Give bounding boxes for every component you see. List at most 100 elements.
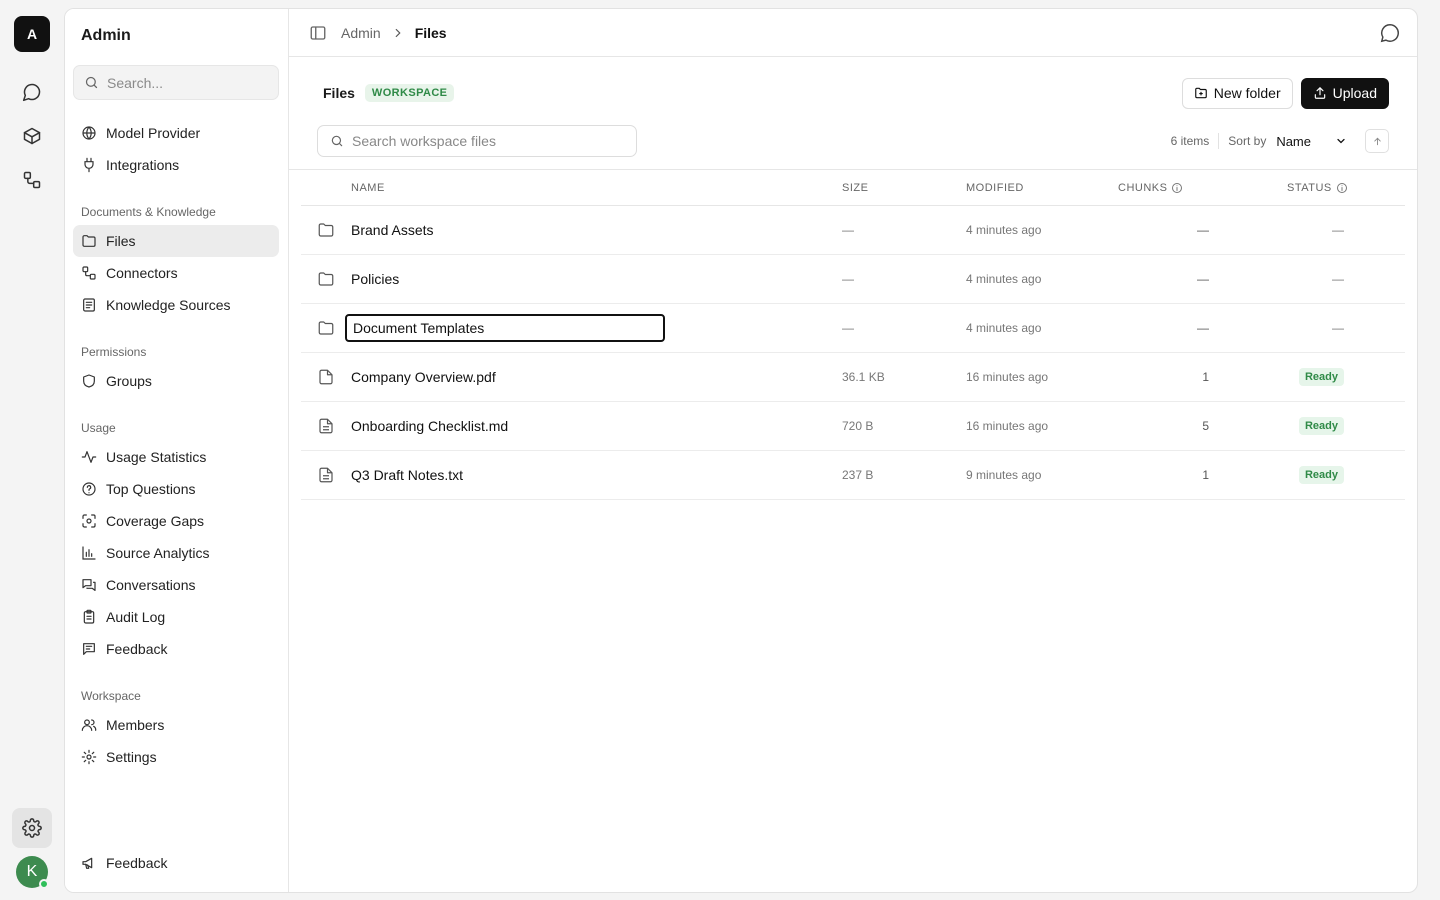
arrow-up-icon — [1373, 137, 1381, 145]
clipboard-icon — [83, 609, 95, 624]
column-name[interactable]: NAME — [351, 182, 385, 194]
sort-label: Sort by — [1228, 134, 1267, 148]
admin-sidebar: Admin Model Provider Integrations Docume… — [65, 9, 289, 892]
upload-icon — [1314, 87, 1325, 99]
sidebar-item-usage-statistics[interactable]: Usage Statistics — [73, 441, 279, 473]
sidebar-item-files[interactable]: Files — [73, 225, 279, 257]
sidebar-item-label: Source Analytics — [106, 545, 210, 561]
file-modified: 16 minutes ago — [966, 370, 1049, 384]
sidebar-toggle-icon[interactable] — [309, 24, 327, 42]
file-text-icon — [317, 402, 335, 450]
folder-icon — [317, 255, 335, 303]
rename-input[interactable] — [353, 320, 653, 336]
sidebar-item-integrations[interactable]: Integrations — [73, 149, 279, 181]
file-name[interactable]: Policies — [351, 255, 399, 303]
sidebar-item-coverage-gaps[interactable]: Coverage Gaps — [73, 505, 279, 537]
sidebar-item-feedback[interactable]: Feedback — [73, 633, 279, 665]
table-row[interactable]: Q3 Draft Notes.txt 237 B 9 minutes ago 1… — [301, 451, 1405, 500]
workflow-icon[interactable] — [12, 160, 52, 200]
column-modified[interactable]: MODIFIED — [966, 182, 1024, 194]
sidebar-item-label: Feedback — [106, 641, 168, 657]
sidebar-item-label: Coverage Gaps — [106, 513, 205, 529]
scan-icon — [82, 514, 96, 528]
sort-select[interactable]: Name — [1276, 134, 1347, 149]
sidebar-feedback-footer[interactable]: Feedback — [73, 847, 279, 879]
sidebar-item-label: Connectors — [106, 265, 178, 281]
sidebar-title: Admin — [81, 27, 131, 44]
chat-bubble-icon[interactable] — [1379, 22, 1401, 44]
file-chunks: — — [1197, 321, 1209, 335]
sidebar-item-model-provider[interactable]: Model Provider — [73, 117, 279, 149]
folder-plus-icon — [1194, 87, 1207, 99]
upload-label: Upload — [1332, 85, 1377, 101]
workspace-badge: WORKSPACE — [364, 84, 455, 102]
sidebar-item-groups[interactable]: Groups — [73, 365, 279, 397]
file-name[interactable]: Company Overview.pdf — [351, 353, 496, 401]
table-row[interactable]: Policies — 4 minutes ago — — — [301, 255, 1405, 304]
workspace-logo[interactable]: A — [14, 16, 50, 52]
rename-field-wrapper — [345, 304, 665, 352]
sidebar-item-audit-log[interactable]: Audit Log — [73, 601, 279, 633]
breadcrumb-admin[interactable]: Admin — [341, 25, 381, 41]
file-chunks: 1 — [1202, 468, 1209, 482]
rename-box — [345, 314, 665, 342]
file-status: — — [1332, 272, 1344, 286]
new-folder-button[interactable]: New folder — [1181, 77, 1293, 109]
globe-icon — [82, 126, 96, 140]
sidebar-item-top-questions[interactable]: Top Questions — [73, 473, 279, 505]
sidebar-item-label: Model Provider — [106, 125, 201, 141]
avatar-letter: K — [26, 863, 38, 880]
upload-button[interactable]: Upload — [1300, 77, 1389, 109]
info-icon[interactable] — [1171, 182, 1183, 194]
user-avatar[interactable]: K — [16, 856, 49, 889]
workspace-search[interactable] — [317, 125, 637, 157]
sidebar-item-label: Audit Log — [106, 609, 166, 625]
table-row[interactable]: Brand Assets — 4 minutes ago — — — [301, 206, 1405, 255]
plug-icon — [84, 157, 94, 173]
breadcrumb: Admin Files — [341, 25, 447, 41]
sidebar-item-knowledge-sources[interactable]: Knowledge Sources — [73, 289, 279, 321]
page-title: Files — [323, 85, 355, 101]
table-row[interactable]: Onboarding Checklist.md 720 B 16 minutes… — [301, 402, 1405, 451]
box-icon[interactable] — [12, 116, 52, 156]
status-cell: Ready — [1271, 451, 1344, 499]
chat-icon[interactable] — [12, 72, 52, 112]
sidebar-item-members[interactable]: Members — [73, 709, 279, 741]
file-icon — [317, 353, 335, 401]
file-status: — — [1332, 321, 1344, 335]
section-permissions: Permissions — [81, 345, 147, 359]
table-row[interactable]: Company Overview.pdf 36.1 KB 16 minutes … — [301, 353, 1405, 402]
sidebar-item-label: Groups — [106, 373, 152, 389]
file-size: — — [842, 321, 854, 335]
file-size: 36.1 KB — [842, 370, 885, 384]
column-size[interactable]: SIZE — [842, 182, 868, 194]
sidebar-item-connectors[interactable]: Connectors — [73, 257, 279, 289]
sidebar-item-settings[interactable]: Settings — [73, 741, 279, 773]
status-cell: Ready — [1271, 402, 1344, 450]
settings-gear-icon[interactable] — [12, 808, 52, 848]
file-name[interactable]: Brand Assets — [351, 206, 434, 254]
status-badge: Ready — [1298, 466, 1344, 484]
workspace-search-input[interactable] — [352, 133, 622, 149]
file-size: — — [842, 272, 854, 286]
sidebar-item-label: Conversations — [106, 577, 196, 593]
table-header: NAME SIZE MODIFIED CHUNKS STATUS — [301, 170, 1405, 206]
sidebar-item-label: Feedback — [106, 855, 168, 871]
sidebar-item-source-analytics[interactable]: Source Analytics — [73, 537, 279, 569]
file-name[interactable]: Onboarding Checklist.md — [351, 402, 508, 450]
sidebar-item-conversations[interactable]: Conversations — [73, 569, 279, 601]
breadcrumb-files: Files — [414, 24, 447, 41]
icon-rail: A K — [0, 0, 64, 900]
file-modified: 9 minutes ago — [966, 468, 1042, 482]
shield-icon — [83, 374, 95, 388]
file-modified: 4 minutes ago — [966, 223, 1042, 237]
sidebar-search-input[interactable] — [107, 74, 267, 91]
online-status-dot — [39, 879, 49, 889]
status-badge: Ready — [1298, 368, 1344, 386]
users-icon — [81, 719, 97, 731]
sidebar-search[interactable] — [73, 65, 279, 100]
sort-direction-button[interactable] — [1365, 129, 1389, 153]
file-name[interactable]: Q3 Draft Notes.txt — [351, 451, 463, 499]
info-icon[interactable] — [1336, 182, 1348, 194]
table-row[interactable]: — 4 minutes ago — — — [301, 304, 1405, 353]
